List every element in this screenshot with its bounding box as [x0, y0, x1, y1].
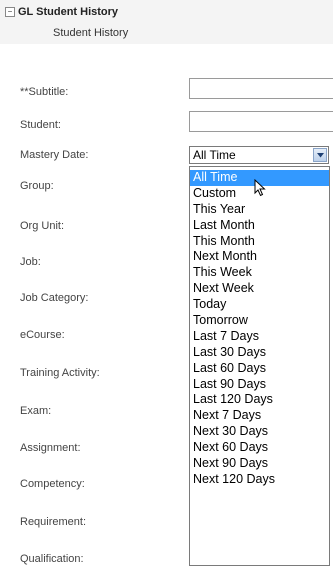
qualification-label: Qualification: — [20, 553, 84, 565]
report-title[interactable]: − GL Student History — [5, 6, 118, 18]
org-unit-label: Org Unit: — [20, 220, 65, 232]
mastery-date-label: Mastery Date: — [20, 149, 89, 161]
dropdown-option[interactable]: Next 7 Days — [190, 408, 329, 424]
job-category-label: Job Category: — [20, 292, 89, 304]
mastery-date-value: All Time — [193, 148, 236, 162]
collapse-toggle-icon[interactable]: − — [5, 7, 15, 17]
report-title-text: GL Student History — [18, 6, 119, 18]
exam-label: Exam: — [20, 405, 52, 417]
report-subtitle: Student History — [53, 27, 129, 39]
dropdown-option[interactable]: Last 7 Days — [190, 329, 329, 345]
dropdown-option[interactable]: Next Month — [190, 249, 329, 265]
dropdown-option[interactable]: Today — [190, 297, 329, 313]
dropdown-button[interactable] — [313, 148, 327, 162]
dropdown-option[interactable]: Tomorrow — [190, 313, 329, 329]
mastery-date-dropdown-list[interactable]: All Time Custom This Year Last Month Thi… — [189, 166, 330, 566]
dropdown-option[interactable]: This Week — [190, 265, 329, 281]
ecourse-label: eCourse: — [20, 329, 65, 341]
subtitle-label: **Subtitle: — [20, 86, 69, 98]
requirement-label: Requirement: — [20, 516, 87, 528]
student-label: Student: — [20, 119, 61, 131]
mouse-pointer-icon — [254, 179, 266, 197]
assignment-label: Assignment: — [20, 442, 81, 454]
dropdown-option[interactable]: Next 120 Days — [190, 472, 329, 488]
dropdown-option[interactable]: This Month — [190, 234, 329, 250]
dropdown-option[interactable]: This Year — [190, 202, 329, 218]
dropdown-option[interactable]: Next 60 Days — [190, 440, 329, 456]
report-header: − GL Student History Student History — [0, 0, 333, 44]
job-label: Job: — [20, 256, 41, 268]
dropdown-option[interactable]: Next 90 Days — [190, 456, 329, 472]
dropdown-option[interactable]: Last 120 Days — [190, 392, 329, 408]
dropdown-option[interactable]: Last 60 Days — [190, 361, 329, 377]
chevron-down-icon — [317, 153, 324, 158]
student-input[interactable] — [189, 111, 333, 132]
mastery-date-select[interactable]: All Time — [189, 146, 329, 164]
group-label: Group: — [20, 180, 54, 192]
dropdown-option[interactable]: Last 30 Days — [190, 345, 329, 361]
competency-label: Competency: — [20, 478, 85, 490]
dropdown-option[interactable]: Next Week — [190, 281, 329, 297]
dropdown-option[interactable]: Next 30 Days — [190, 424, 329, 440]
dropdown-option[interactable]: Last Month — [190, 218, 329, 234]
training-activity-label: Training Activity: — [20, 367, 100, 379]
subtitle-input[interactable] — [189, 78, 333, 99]
dropdown-option[interactable]: Last 90 Days — [190, 377, 329, 393]
